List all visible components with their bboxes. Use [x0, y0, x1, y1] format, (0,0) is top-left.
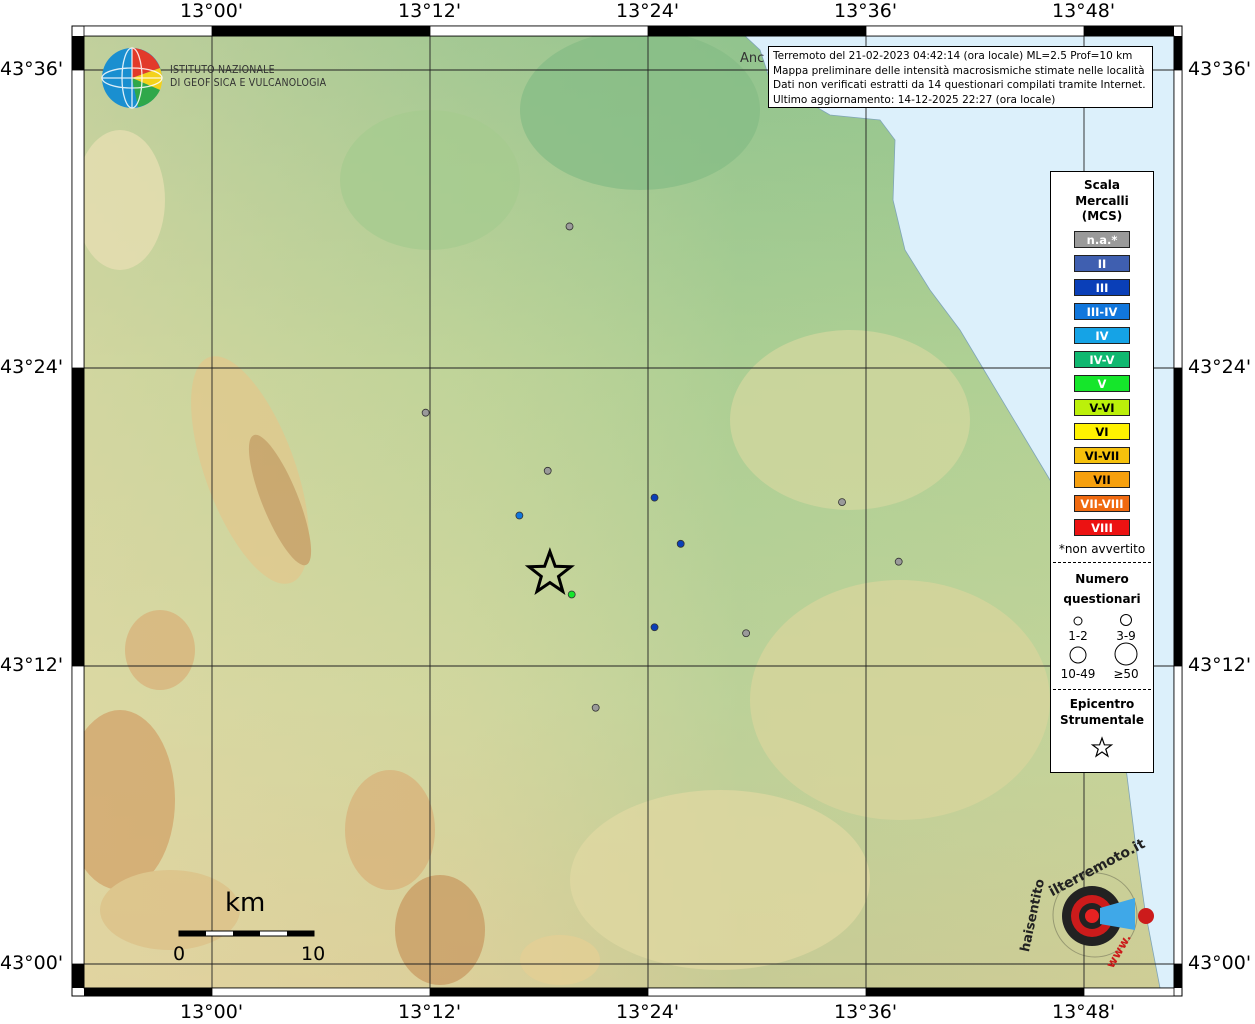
legend-count-title-1: Numero	[1075, 571, 1129, 586]
coord-bottom-2: 13°12'	[398, 1001, 462, 1023]
legend-class-4: IV	[1074, 326, 1130, 344]
ingv-logo-text: ISTITUTO NAZIONALE DI GEOFISICA E VULCAN…	[170, 64, 326, 90]
legend-class-3: III-IV	[1074, 302, 1130, 320]
legend-class-11: VII-VIII	[1074, 494, 1130, 512]
legend-epicenter-title: Epicentro Strumentale	[1051, 696, 1153, 728]
legend-count-symbols: 1-2 3-9 10-49 ≥50	[1061, 613, 1139, 681]
legend-class-2: III	[1074, 278, 1130, 296]
legend-title-3: (MCS)	[1081, 209, 1123, 223]
city-label: Anc	[740, 51, 764, 66]
coord-top-1: 13°00'	[180, 0, 244, 22]
event-info-box: Terremoto del 21-02-2023 04:42:14 (ora l…	[768, 46, 1153, 108]
scale-end: 10	[301, 943, 326, 965]
intensity-point-5[interactable]	[676, 539, 685, 548]
coord-bottom-1: 13°00'	[180, 1001, 244, 1023]
coord-left-1: 43°36'	[0, 58, 64, 80]
event-info-line-1: Terremoto del 21-02-2023 04:42:14 (ora l…	[773, 50, 1133, 62]
intensity-point-0[interactable]	[565, 222, 574, 231]
coord-bottom-3: 13°24'	[616, 1001, 680, 1023]
ingv-line-2: DI GEOFISICA E VULCANOLOGIA	[170, 77, 327, 89]
ingv-line-1: ISTITUTO NAZIONALE	[170, 64, 275, 76]
legend-count-4: ≥50	[1113, 667, 1138, 681]
scale-bar	[178, 930, 315, 937]
intensity-point-4[interactable]	[650, 493, 659, 502]
legend-count-title: Numero questionari	[1051, 569, 1153, 609]
legend-count-3: 10-49	[1061, 667, 1096, 681]
legend-note: *non avvertito	[1058, 541, 1146, 556]
scale-unit: km	[225, 888, 266, 918]
intensity-point-11[interactable]	[591, 703, 600, 712]
legend-panel: Scala Mercalli (MCS) n.a.* II III III-IV IV I…	[1050, 171, 1154, 773]
event-info-line-4: Ultimo aggiornamento: 14-12-2025 22:27 (…	[773, 93, 1056, 106]
intensity-point-9[interactable]	[894, 557, 903, 566]
intensity-point-6[interactable]	[650, 623, 659, 632]
intensity-point-7[interactable]	[567, 590, 576, 599]
watermark-text: haisentito ilterremoto.it www.	[1018, 836, 1150, 975]
legend-class-9: VI-VII	[1074, 446, 1130, 464]
legend-epi-title-2: Strumentale	[1059, 712, 1145, 727]
event-info-line-2: Mappa preliminare delle intensità macros…	[773, 64, 1145, 77]
legend-class-12: VIII	[1074, 518, 1130, 536]
legend-count-title-2: questionari	[1063, 591, 1141, 606]
coord-right-2: 43°24'	[1188, 356, 1252, 378]
legend-class-1: II	[1074, 254, 1130, 272]
ingv-logo-icon	[101, 47, 163, 109]
legend-class-5: IV-V	[1074, 350, 1130, 368]
coord-left-2: 43°24'	[0, 356, 64, 378]
legend-title-1: Scala	[1083, 178, 1121, 192]
legend-count-1: 1-2	[1068, 629, 1088, 643]
legend-intensity-classes: n.a.* II III III-IV IV IV-V V V-VI VI VI-VII VII VI…	[1051, 230, 1153, 536]
legend-count-2: 3-9	[1116, 629, 1136, 643]
intensity-point-3[interactable]	[515, 511, 524, 520]
coord-bottom-5: 13°48'	[1052, 1001, 1116, 1023]
legend-class-7: V-VI	[1074, 398, 1130, 416]
legend-title-2: Mercalli	[1075, 193, 1129, 208]
intensity-point-10[interactable]	[742, 629, 750, 638]
coord-top-2: 13°12'	[398, 0, 462, 22]
scale-start: 0	[173, 943, 186, 965]
legend-title: Scala Mercalli (MCS)	[1051, 178, 1153, 225]
coord-right-1: 43°36'	[1188, 58, 1252, 80]
coord-top-4: 13°36'	[834, 0, 898, 22]
coord-top-5: 13°48'	[1052, 0, 1116, 22]
legend-class-8: VI	[1074, 422, 1130, 440]
intensity-point-2[interactable]	[543, 466, 552, 475]
event-info-line-3: Dati non verificati estratti da 14 quest…	[773, 79, 1146, 91]
legend-epi-title-1: Epicentro	[1069, 696, 1135, 711]
intensity-point-8[interactable]	[838, 498, 846, 507]
coord-bottom-4: 13°36'	[834, 1001, 898, 1023]
intensity-point-1[interactable]	[421, 408, 430, 417]
coord-left-4: 43°00'	[0, 952, 64, 974]
coord-top-3: 13°24'	[616, 0, 680, 22]
legend-star-icon	[1090, 735, 1114, 758]
legend-class-6: V	[1074, 374, 1130, 392]
coord-right-3: 43°12'	[1188, 654, 1252, 676]
coord-left-3: 43°12'	[0, 654, 64, 676]
legend-class-10: VII	[1074, 470, 1130, 488]
coord-right-4: 43°00'	[1188, 952, 1252, 974]
watermark-text-3: www.	[1103, 931, 1134, 971]
legend-class-0: n.a.*	[1074, 230, 1130, 248]
